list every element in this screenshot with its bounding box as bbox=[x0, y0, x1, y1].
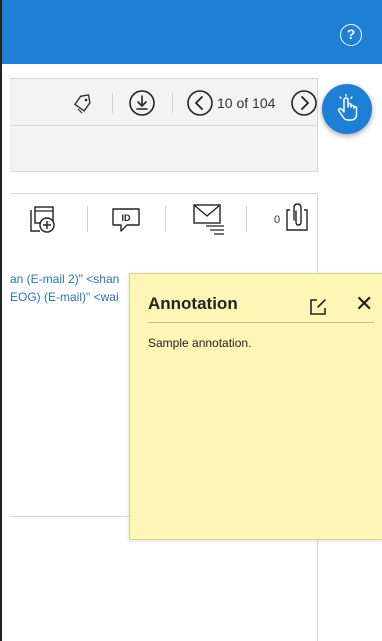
email-recipient-line[interactable]: an (E-mail 2)" <shan bbox=[10, 272, 119, 286]
annotation-body[interactable]: Sample annotation. bbox=[148, 336, 251, 350]
action-separator bbox=[165, 206, 166, 232]
page-indicator: 10 of 104 bbox=[217, 95, 276, 111]
add-document-icon[interactable] bbox=[28, 204, 62, 236]
edit-icon[interactable] bbox=[308, 297, 328, 317]
document-toolbar: 10 of 104 bbox=[10, 78, 318, 172]
toolbar-separator bbox=[112, 93, 113, 113]
action-separator bbox=[87, 206, 88, 232]
annotation-title: Annotation bbox=[148, 294, 238, 313]
annotation-divider bbox=[148, 322, 374, 323]
touch-hand-icon bbox=[337, 94, 358, 121]
attachment-count: 0 bbox=[274, 214, 281, 226]
touch-mode-button[interactable] bbox=[322, 84, 372, 134]
annotation-note[interactable]: Annotation ✕ Sample annotation. bbox=[129, 273, 382, 540]
mail-list-icon[interactable] bbox=[192, 202, 226, 236]
download-icon[interactable] bbox=[128, 89, 156, 117]
svg-text:ID: ID bbox=[122, 213, 132, 223]
close-icon[interactable]: ✕ bbox=[355, 292, 373, 316]
attachment-clip-icon[interactable] bbox=[284, 202, 310, 232]
tag-icon[interactable] bbox=[72, 93, 94, 115]
id-card-icon[interactable]: ID bbox=[111, 206, 141, 234]
chevron-right-icon[interactable] bbox=[290, 89, 318, 117]
toolbar-separator bbox=[172, 93, 173, 113]
chevron-left-icon[interactable] bbox=[186, 89, 214, 117]
app-window: ? 10 of 104 ID 0 an (E-mail 2)" <shan EO… bbox=[0, 0, 382, 641]
email-recipient-line[interactable]: EOG) (E-mail)" <wai bbox=[10, 290, 119, 304]
action-separator bbox=[246, 206, 247, 232]
top-header-bar: ? bbox=[2, 0, 382, 64]
toolbar-divider bbox=[10, 125, 317, 126]
help-icon[interactable]: ? bbox=[340, 24, 362, 46]
